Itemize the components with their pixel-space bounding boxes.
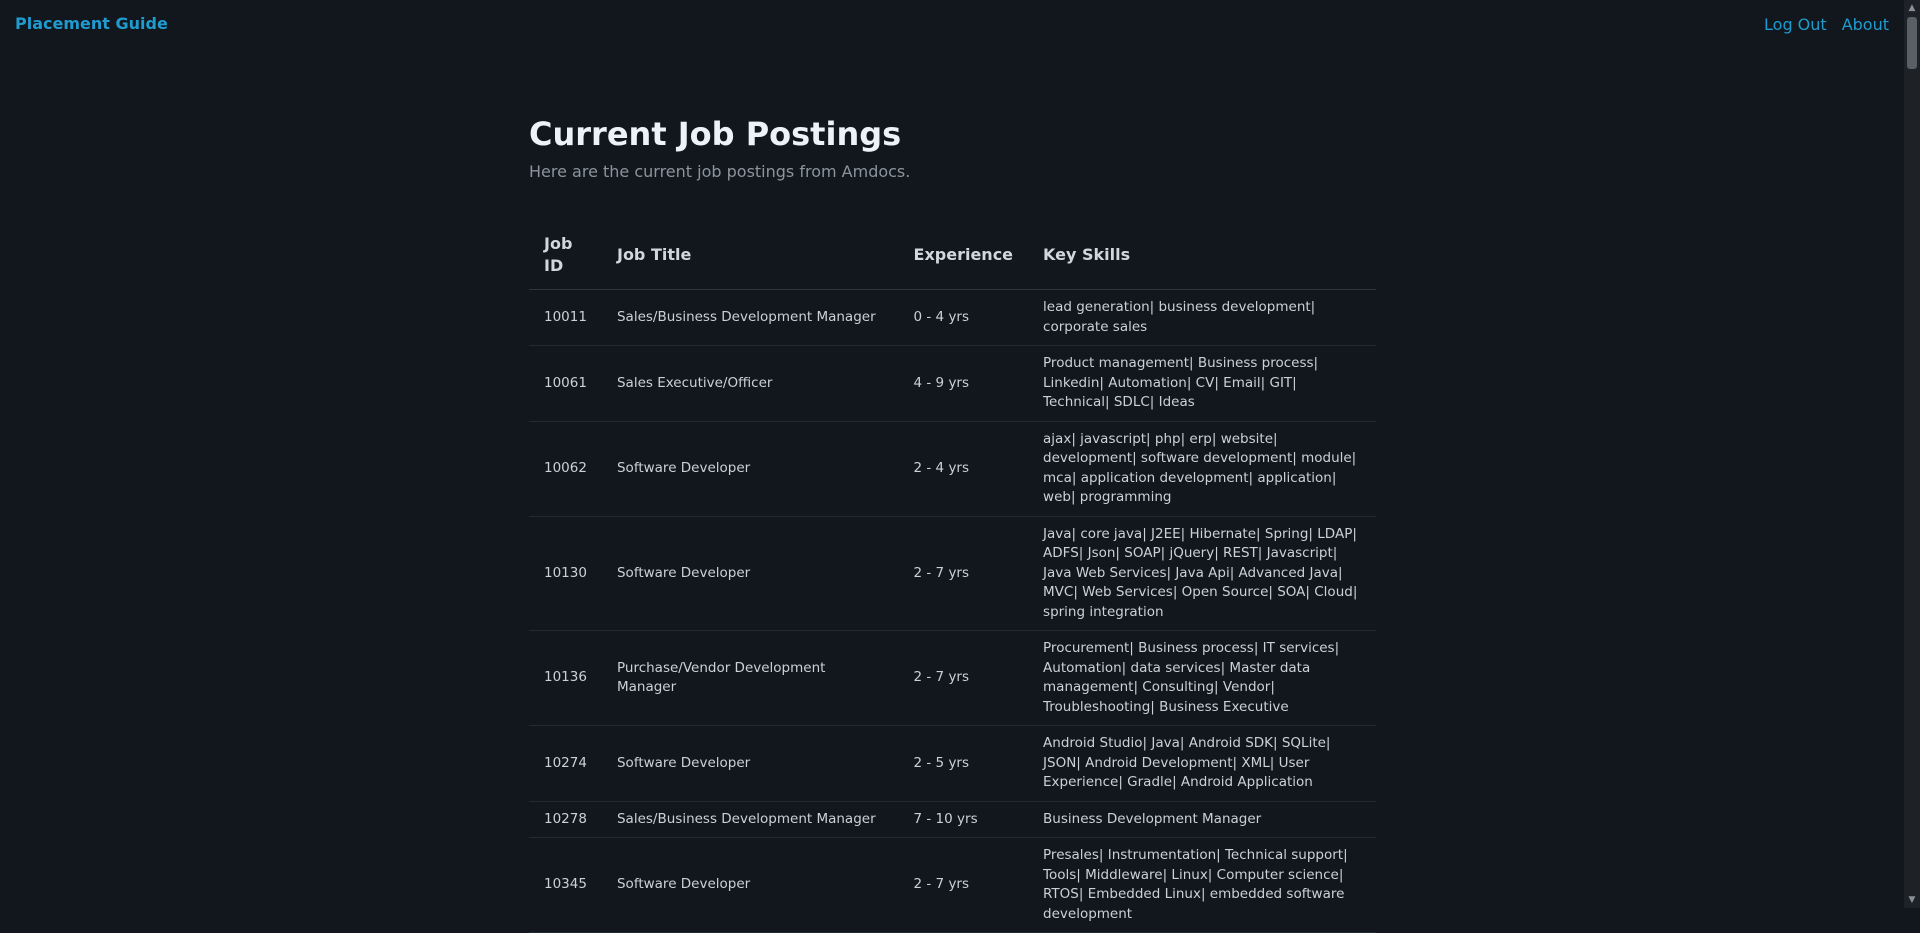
about-link[interactable]: About [1842, 15, 1889, 34]
table-row: 10061 Sales Executive/Officer 4 - 9 yrs Pro… [529, 345, 1376, 422]
cell-job-title: Sales/Business Development Manager [601, 801, 899, 838]
header-job-id: Job ID [529, 221, 602, 290]
cell-job-title: Purchase/Vendor Development Manager [601, 630, 899, 726]
cell-key-skills: Business Development Manager [1028, 801, 1376, 838]
cell-key-skills: Presales| Instrumentation| Technical sup… [1028, 837, 1376, 933]
brand-link[interactable]: Placement Guide [15, 14, 168, 33]
cell-job-id: 10130 [529, 516, 602, 631]
table-row: 10274 Software Developer 2 - 5 yrs Android … [529, 725, 1376, 802]
cell-job-title: Sales Executive/Officer [601, 345, 899, 422]
cell-experience: 7 - 10 yrs [898, 801, 1029, 838]
main-content: Current Job Postings Here are the curren… [529, 112, 1376, 933]
cell-job-id: 10345 [529, 837, 602, 933]
cell-experience: 2 - 7 yrs [898, 837, 1029, 933]
cell-experience: 0 - 4 yrs [898, 289, 1029, 346]
table-row: 10136 Purchase/Vendor Development Manager… [529, 630, 1376, 726]
cell-job-id: 10062 [529, 421, 602, 517]
scroll-down-arrow-icon[interactable]: ▼ [1904, 892, 1920, 908]
page-subtitle: Here are the current job postings from A… [529, 162, 911, 181]
scroll-up-arrow-icon[interactable]: ▲ [1904, 0, 1920, 16]
table-row: 10011 Sales/Business Development Manager 0… [529, 289, 1376, 346]
cell-job-title: Software Developer [601, 516, 899, 631]
cell-job-title: Software Developer [601, 421, 899, 517]
page-title: Current Job Postings [529, 115, 902, 153]
table-header-row: Job ID Job Title Experience Key Skills [529, 221, 1376, 290]
cell-job-id: 10011 [529, 289, 602, 346]
job-postings-table: Job ID Job Title Experience Key Skills 1… [529, 221, 1376, 933]
vertical-scrollbar[interactable]: ▲ ▼ [1904, 0, 1920, 908]
table-row: 10130 Software Developer 2 - 7 yrs Java| co… [529, 516, 1376, 631]
cell-job-title: Software Developer [601, 837, 899, 933]
table-row: 10062 Software Developer 2 - 4 yrs ajax| ja… [529, 421, 1376, 517]
navbar: Placement Guide Log Out About [0, 0, 1904, 48]
header-experience: Experience [898, 221, 1029, 290]
header-key-skills: Key Skills [1028, 221, 1376, 290]
scrollbar-thumb[interactable] [1907, 17, 1917, 69]
cell-job-title: Software Developer [601, 725, 899, 802]
cell-key-skills: Java| core java| J2EE| Hibernate| Spring… [1028, 516, 1376, 631]
logout-link[interactable]: Log Out [1764, 15, 1827, 34]
cell-job-id: 10136 [529, 630, 602, 726]
cell-experience: 4 - 9 yrs [898, 345, 1029, 422]
table-row: 10345 Software Developer 2 - 7 yrs Presales… [529, 837, 1376, 933]
header-job-title: Job Title [601, 221, 899, 290]
cell-job-title: Sales/Business Development Manager [601, 289, 899, 346]
table-body: 10011 Sales/Business Development Manager 0… [529, 289, 1376, 933]
cell-experience: 2 - 7 yrs [898, 516, 1029, 631]
cell-key-skills: Procurement| Business process| IT servic… [1028, 630, 1376, 726]
cell-key-skills: ajax| javascript| php| erp| website| dev… [1028, 421, 1376, 517]
cell-job-id: 10274 [529, 725, 602, 802]
cell-job-id: 10278 [529, 801, 602, 838]
cell-key-skills: Product management| Business process| Li… [1028, 345, 1376, 422]
cell-experience: 2 - 4 yrs [898, 421, 1029, 517]
nav-links: Log Out About [1764, 15, 1889, 34]
table-row: 10278 Sales/Business Development Manager 7… [529, 801, 1376, 838]
cell-experience: 2 - 5 yrs [898, 725, 1029, 802]
cell-key-skills: Android Studio| Java| Android SDK| SQLit… [1028, 725, 1376, 802]
cell-key-skills: lead generation| business development| c… [1028, 289, 1376, 346]
cell-job-id: 10061 [529, 345, 602, 422]
cell-experience: 2 - 7 yrs [898, 630, 1029, 726]
